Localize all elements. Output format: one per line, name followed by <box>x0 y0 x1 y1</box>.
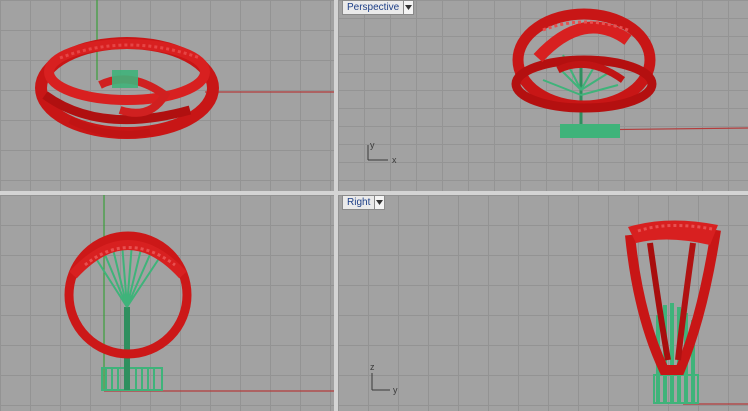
viewport-front[interactable] <box>0 195 334 411</box>
right-view-model: z y <box>370 220 748 405</box>
viewport-perspective[interactable]: y x Perspective <box>338 0 748 191</box>
axis-label-y: y <box>393 385 398 395</box>
viewport-top[interactable] <box>0 0 334 191</box>
chevron-down-icon[interactable] <box>374 196 385 209</box>
viewport-splitter-vertical[interactable] <box>334 0 338 411</box>
viewport-title-text: Perspective <box>347 2 400 13</box>
support-structure <box>94 242 163 391</box>
axis-label-z: z <box>370 362 375 372</box>
axis-label-x: x <box>392 155 397 165</box>
axis-widget-right: z y <box>370 362 398 395</box>
chevron-down-icon[interactable] <box>403 1 414 14</box>
perspective-view-model: y x <box>367 8 748 165</box>
axis-widget-perspective: y x <box>367 140 397 165</box>
viewport-right[interactable]: z y Right <box>338 195 748 411</box>
ring-model-top <box>35 37 219 139</box>
viewport-title-perspective[interactable]: Perspective <box>342 0 415 15</box>
viewport-title-text: Right <box>347 197 371 208</box>
front-view-model <box>64 195 334 392</box>
axis-label-y: y <box>370 140 375 150</box>
viewport-title-right[interactable]: Right <box>342 195 386 210</box>
viewport-splitter-horizontal[interactable] <box>0 191 748 195</box>
top-view-model <box>35 0 334 139</box>
